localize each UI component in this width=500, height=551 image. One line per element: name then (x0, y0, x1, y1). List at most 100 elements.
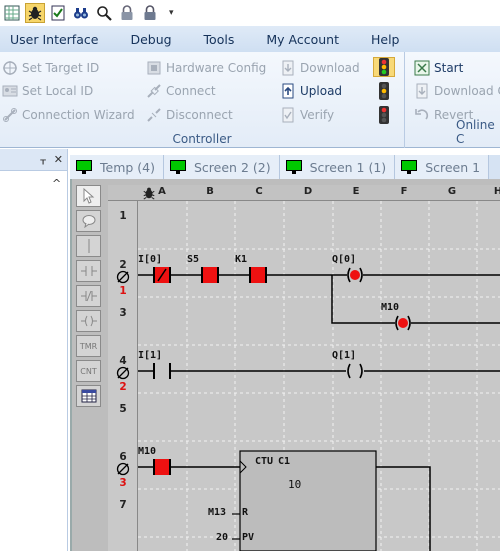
label-m10-coil: M10 (381, 302, 400, 313)
bug-icon[interactable] (25, 3, 45, 23)
traffic-light-icon (379, 82, 389, 100)
lock-icon[interactable] (117, 3, 137, 23)
online-group-caption: Online C (456, 118, 495, 146)
online-download-button[interactable]: Download C (414, 81, 500, 101)
rung-number-2: 2 (119, 381, 127, 393)
download-icon (282, 60, 294, 76)
grid-icon[interactable] (2, 3, 22, 23)
traffic-light-red-button[interactable] (373, 105, 395, 125)
col-c: C (255, 186, 263, 197)
menu-user-interface[interactable]: User Interface (0, 32, 98, 47)
label-q0: Q[0] (332, 254, 357, 265)
nc-contact-icon (80, 290, 97, 302)
tab-screen-2[interactable]: Screen 2 (2) (164, 155, 280, 179)
col-g: G (447, 186, 457, 197)
left-panel-titlebar: ᚁ ✕ (0, 149, 67, 171)
traffic-light-yellow-button[interactable] (373, 81, 395, 101)
col-e: E (352, 186, 360, 197)
row-numbers: 1 2 1 3 4 2 5 6 3 7 (108, 201, 138, 551)
disconnect-button[interactable]: Disconnect (146, 105, 233, 125)
coil-q0 (347, 267, 363, 283)
set-local-id-button[interactable]: Set Local ID (2, 81, 93, 101)
row-3: 3 (119, 307, 127, 319)
download-button[interactable]: Download (280, 58, 360, 78)
quick-access-toolbar: ▾ (0, 0, 500, 26)
left-dock-panel: ᚁ ✕ ^ (0, 149, 68, 551)
nc-contact-tool[interactable] (76, 285, 101, 307)
menu-tools[interactable]: Tools (172, 32, 235, 47)
checklist-icon[interactable] (48, 3, 68, 23)
rung-number-1: 1 (119, 285, 127, 297)
traffic-light-green-button[interactable] (373, 57, 395, 77)
no-contact-tool[interactable] (76, 260, 101, 282)
row-1: 1 (119, 210, 127, 222)
hardware-config-button[interactable]: Hardware Config (146, 58, 266, 78)
timer-tool[interactable]: TMR (76, 335, 101, 357)
label-q1: Q[1] (332, 350, 357, 361)
id-card-icon (2, 85, 18, 97)
upload-button[interactable]: Upload (280, 81, 342, 101)
contact-k1 (249, 267, 267, 283)
tab-screen-1[interactable]: Screen 1 (1) (279, 155, 396, 179)
coil-tool[interactable] (76, 310, 101, 332)
contact-m10 (153, 459, 171, 475)
connect-button[interactable]: Connect (146, 81, 216, 101)
verify-icon (282, 107, 294, 123)
binoculars-icon[interactable] (71, 3, 91, 23)
arrow-pointer-icon (83, 188, 94, 204)
contact-i0 (153, 267, 171, 283)
controller-group: Set Target ID Set Local ID Connection Wi… (0, 52, 405, 148)
connect-icon (147, 84, 161, 98)
start-button[interactable]: Start (414, 58, 463, 78)
menu-debug[interactable]: Debug (98, 32, 171, 47)
column-header: A B C D E F G H (108, 185, 500, 201)
table-tool[interactable] (76, 385, 101, 407)
label-k1: K1 (235, 254, 248, 265)
comment-icon (82, 215, 95, 228)
no-contact-icon (80, 266, 97, 276)
col-h: H (493, 186, 500, 197)
row-7: 7 (119, 499, 127, 511)
monitor-icon (401, 160, 418, 174)
label-m10-contact: M10 (138, 446, 157, 457)
coil-m10 (395, 315, 411, 331)
tab-temp[interactable]: Temp (4) (70, 155, 164, 179)
traffic-light-icon (379, 58, 389, 76)
magnifier-icon[interactable] (94, 3, 114, 23)
disconnect-icon (147, 108, 161, 122)
verify-button[interactable]: Verify (280, 105, 334, 125)
menu-my-account[interactable]: My Account (234, 32, 339, 47)
upload-icon (282, 83, 294, 99)
coil-icon (80, 315, 97, 327)
branch-wire (331, 275, 500, 324)
close-icon[interactable]: ✕ (54, 153, 63, 166)
monitor-icon (170, 160, 186, 174)
collapse-chevron-icon[interactable]: ^ (52, 177, 61, 190)
connection-wizard-button[interactable]: Connection Wizard (2, 105, 135, 125)
controller-group-caption: Controller (172, 132, 232, 146)
label-i0: I[0] (138, 254, 163, 265)
download-icon (416, 83, 428, 99)
tab-screen-1b[interactable]: Screen 1 (395, 155, 490, 179)
set-target-id-button[interactable]: Set Target ID (2, 58, 99, 78)
select-arrow-tool[interactable] (76, 185, 101, 207)
document-tabs: Temp (4) Screen 2 (2) Screen 1 (1) Scree… (70, 155, 500, 179)
counter-tool[interactable]: CNT (76, 360, 101, 382)
ladder-grid[interactable]: I[0] S5 K1 Q[0] M10 I[1] Q[1] M10 CTU C1… (138, 201, 500, 551)
col-d: D (303, 186, 313, 197)
monitor-icon (76, 160, 92, 174)
pin-icon[interactable]: ᚁ (40, 153, 45, 166)
wire-tool[interactable] (76, 235, 101, 257)
comment-tool[interactable] (76, 210, 101, 232)
coil-q1 (346, 363, 364, 379)
ribbon: Set Target ID Set Local ID Connection Wi… (0, 52, 500, 148)
rung-marker-icon (116, 270, 130, 284)
lock-closed-icon[interactable] (140, 3, 160, 23)
ladder-palette: TMR CNT (76, 185, 101, 410)
start-icon (414, 60, 430, 76)
rung-marker-icon (116, 462, 130, 476)
ctu-label: CTU (255, 456, 274, 467)
label-i1: I[1] (138, 350, 163, 361)
menu-help[interactable]: Help (339, 32, 400, 47)
customize-toolbar-dropdown[interactable]: ▾ (169, 8, 174, 18)
